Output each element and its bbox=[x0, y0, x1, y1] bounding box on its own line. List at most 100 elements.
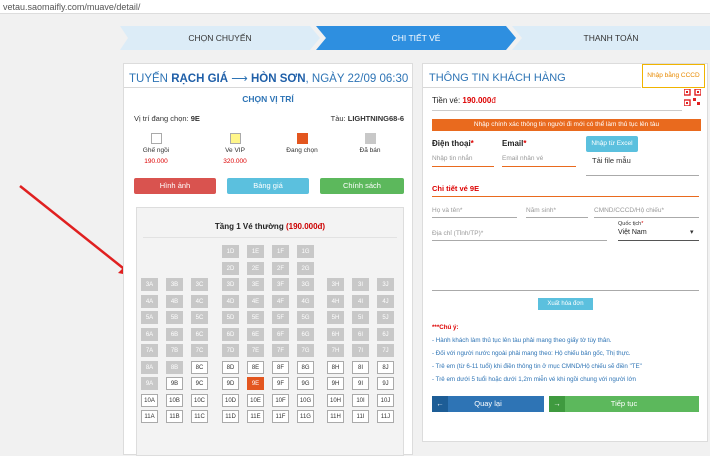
seat-1G: 1G bbox=[297, 245, 314, 258]
seat-10D[interactable]: 10D bbox=[222, 393, 239, 407]
legend-label: Đã bán bbox=[359, 147, 381, 154]
phone-input[interactable]: Nhập tin nhắn bbox=[432, 155, 472, 162]
seat-1E: 1E bbox=[247, 245, 264, 258]
seat-8J[interactable]: 8J bbox=[377, 360, 394, 374]
route-date: , NGÀY 22/09 06:30 bbox=[305, 73, 409, 85]
seat-8F[interactable]: 8F bbox=[272, 360, 289, 374]
seat-6C: 6C bbox=[191, 327, 208, 341]
legend-price: 320.000 bbox=[223, 158, 247, 165]
seat-10C[interactable]: 10C bbox=[191, 393, 208, 407]
seat-7I: 7I bbox=[352, 344, 369, 357]
seat-7B: 7B bbox=[166, 344, 183, 357]
seat-6E: 6E bbox=[247, 327, 264, 341]
seat-11H[interactable]: 11H bbox=[327, 410, 344, 423]
birthyear-input[interactable]: Năm sinh* bbox=[526, 207, 556, 214]
seat-8C[interactable]: 8C bbox=[191, 360, 208, 374]
seat-3I: 3I bbox=[352, 278, 369, 291]
seat-10F[interactable]: 10F bbox=[272, 393, 289, 407]
fullname-input[interactable]: Họ và tên* bbox=[432, 207, 462, 214]
deck-price: (190.000đ) bbox=[285, 222, 326, 231]
arrow-right-icon: → bbox=[549, 396, 565, 412]
seat-10H[interactable]: 10H bbox=[327, 393, 344, 407]
address-bar[interactable]: vetau.saomaifly.com/muave/detail/ bbox=[0, 0, 710, 14]
progress-steps: CHỌN CHUYẾN CHI TIẾT VÉ THANH TOÁN bbox=[120, 26, 710, 50]
address-input[interactable]: Địa chỉ (Tỉnh/TP)* bbox=[432, 230, 483, 237]
seat-8I[interactable]: 8I bbox=[352, 360, 369, 374]
seat-11J[interactable]: 11J bbox=[377, 410, 394, 423]
seat-5I: 5I bbox=[352, 311, 369, 324]
seat-4F: 4F bbox=[272, 294, 289, 308]
seat-8E[interactable]: 8E bbox=[247, 360, 264, 374]
seat-11C[interactable]: 11C bbox=[191, 410, 208, 423]
seat-11A[interactable]: 11A bbox=[141, 410, 158, 423]
chevron-down-icon[interactable]: ▾ bbox=[690, 228, 694, 236]
seat-4G: 4G bbox=[297, 294, 314, 308]
seat-10A[interactable]: 10A bbox=[141, 393, 158, 407]
seat-5B: 5B bbox=[166, 311, 183, 324]
seat-9H[interactable]: 9H bbox=[327, 377, 344, 390]
seat-9F[interactable]: 9F bbox=[272, 377, 289, 390]
seat-9J[interactable]: 9J bbox=[377, 377, 394, 390]
seat-11I[interactable]: 11I bbox=[352, 410, 369, 423]
seat-8H[interactable]: 8H bbox=[327, 360, 344, 374]
continue-button[interactable]: → Tiếp tục bbox=[549, 396, 699, 412]
price-table-button[interactable]: Bảng giá bbox=[227, 178, 309, 194]
seat-4A: 4A bbox=[141, 294, 158, 308]
seat-3G: 3G bbox=[297, 278, 314, 291]
url-text: vetau.saomaifly.com/muave/detail/ bbox=[3, 2, 141, 12]
email-input[interactable]: Email nhân vé bbox=[502, 155, 543, 162]
seat-10G[interactable]: 10G bbox=[297, 393, 314, 407]
seat-1D: 1D bbox=[222, 245, 239, 258]
deck-title-text: Tầng 1 Vé thường bbox=[214, 222, 284, 231]
deck-title: Tầng 1 Vé thường (190.000đ) bbox=[137, 222, 403, 231]
seat-6F: 6F bbox=[272, 327, 289, 341]
seat-10E[interactable]: 10E bbox=[247, 393, 264, 407]
seat-11G[interactable]: 11G bbox=[297, 410, 314, 423]
seat-6A: 6A bbox=[141, 327, 158, 341]
seat-9I[interactable]: 9I bbox=[352, 377, 369, 390]
seat-8G[interactable]: 8G bbox=[297, 360, 314, 374]
fare-label: Tiền vé: bbox=[432, 96, 461, 105]
seat-10B[interactable]: 10B bbox=[166, 393, 183, 407]
seat-8A: 8A bbox=[141, 360, 158, 374]
route-prefix: TUYẾN bbox=[129, 73, 168, 85]
step-payment[interactable]: THANH TOÁN bbox=[512, 26, 710, 50]
seat-9B[interactable]: 9B bbox=[166, 377, 183, 390]
cccd-input-button[interactable]: Nhập bằng CCCD bbox=[642, 64, 705, 88]
seat-7E: 7E bbox=[247, 344, 264, 357]
policy-button[interactable]: Chính sách bbox=[320, 178, 404, 194]
nationality-select[interactable]: Việt Nam bbox=[618, 229, 647, 236]
seat-9E[interactable]: 9E bbox=[247, 377, 264, 390]
step-ticket-detail[interactable]: CHI TIẾT VÉ bbox=[316, 26, 516, 50]
seat-10J[interactable]: 10J bbox=[377, 393, 394, 407]
seat-9C[interactable]: 9C bbox=[191, 377, 208, 390]
seat-7F: 7F bbox=[272, 344, 289, 357]
seat-11B[interactable]: 11B bbox=[166, 410, 183, 423]
seat-8D[interactable]: 8D bbox=[222, 360, 239, 374]
import-excel-button[interactable]: Nhập từ Excel bbox=[586, 136, 638, 152]
legend-vip: Ve VIP 320.000 bbox=[210, 133, 260, 165]
fare-unit: đ bbox=[491, 96, 496, 105]
export-invoice-button[interactable]: Xuất hóa đơn bbox=[538, 298, 593, 310]
legend-swatch bbox=[229, 133, 241, 144]
seat-9D[interactable]: 9D bbox=[222, 377, 239, 390]
seat-10I[interactable]: 10I bbox=[352, 393, 369, 407]
seat-11E[interactable]: 11E bbox=[247, 410, 264, 423]
legend-label: Ghế ngồi bbox=[142, 147, 170, 154]
step-choose-trip[interactable]: CHỌN CHUYẾN bbox=[120, 26, 320, 50]
back-button[interactable]: ← Quay lại bbox=[432, 396, 544, 412]
qr-code-icon[interactable] bbox=[684, 89, 701, 106]
fare-value: 190.000 bbox=[462, 96, 492, 105]
seat-5A: 5A bbox=[141, 311, 158, 324]
seat-3J: 3J bbox=[377, 278, 394, 291]
seat-6B: 6B bbox=[166, 327, 183, 341]
images-button[interactable]: Hình ảnh bbox=[134, 178, 216, 194]
seat-9G[interactable]: 9G bbox=[297, 377, 314, 390]
seat-11F[interactable]: 11F bbox=[272, 410, 289, 423]
ship-info: Tàu: LIGHTNING68-6 bbox=[331, 114, 404, 123]
seat-11D[interactable]: 11D bbox=[222, 410, 239, 423]
note-line: - Trẻ em (từ 6-11 tuổi) khi điền thông t… bbox=[432, 363, 642, 370]
download-template-link[interactable]: Tải file mẫu bbox=[592, 156, 631, 165]
id-number-input[interactable]: CMND/CCCD/Hộ chiếu* bbox=[594, 207, 664, 214]
seat-3D: 3D bbox=[222, 278, 239, 291]
